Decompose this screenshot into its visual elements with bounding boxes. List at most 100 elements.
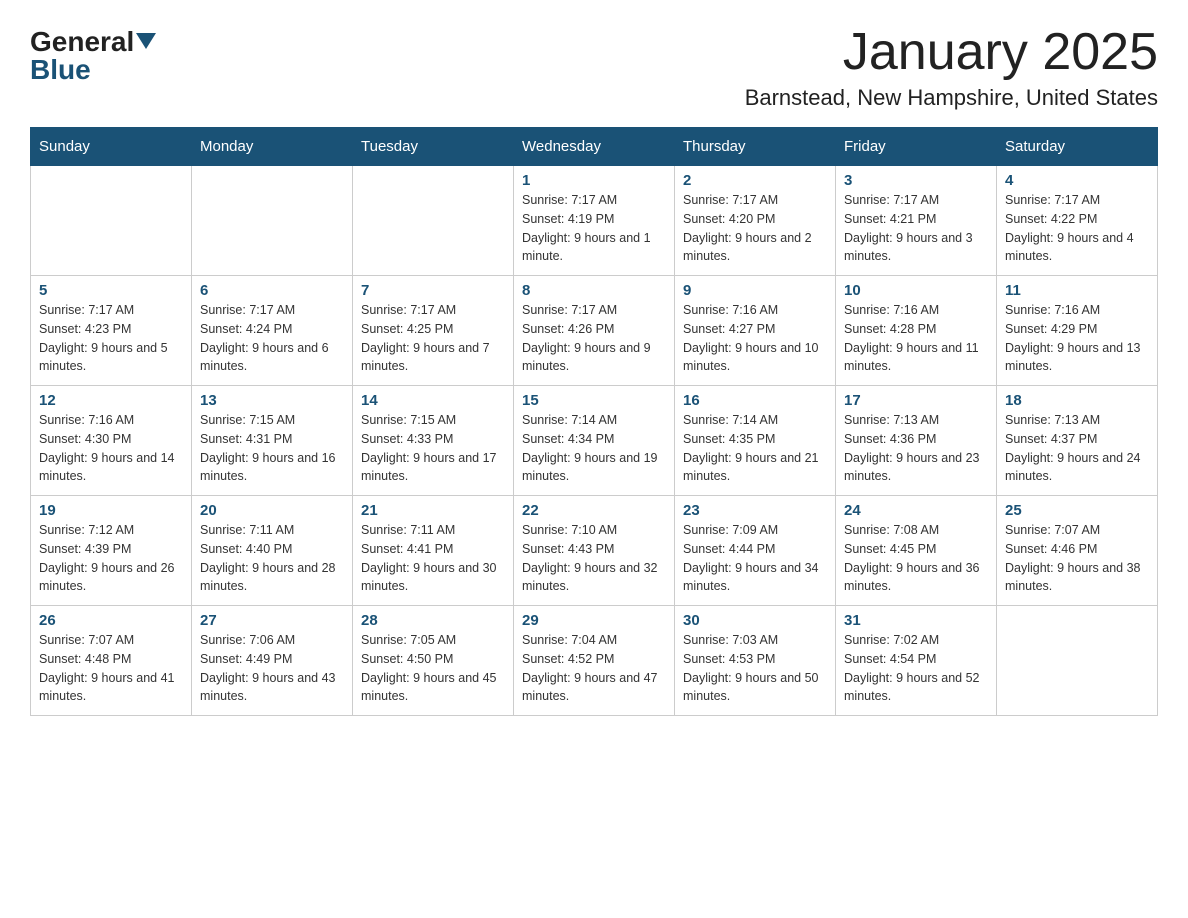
page-title: January 2025 <box>745 24 1158 81</box>
page-header: General Blue January 2025 Barnstead, New… <box>30 24 1158 111</box>
calendar-cell: 26 Sunrise: 7:07 AMSunset: 4:48 PMDayligh… <box>31 606 192 716</box>
day-info: Sunrise: 7:10 AMSunset: 4:43 PMDaylight:… <box>522 521 666 596</box>
day-info: Sunrise: 7:02 AMSunset: 4:54 PMDaylight:… <box>844 631 988 706</box>
day-info: Sunrise: 7:16 AMSunset: 4:28 PMDaylight:… <box>844 301 988 376</box>
calendar-cell: 9 Sunrise: 7:16 AMSunset: 4:27 PMDaylight… <box>675 276 836 386</box>
calendar-cell: 22 Sunrise: 7:10 AMSunset: 4:43 PMDayligh… <box>514 496 675 606</box>
day-number: 1 <box>522 172 666 189</box>
day-info: Sunrise: 7:15 AMSunset: 4:33 PMDaylight:… <box>361 411 505 486</box>
calendar-cell: 24Sunrise: 7:08 AMSunset: 4:45 PMDayligh… <box>836 496 997 606</box>
day-number: 26 <box>39 612 183 629</box>
calendar-table: SundayMondayTuesdayWednesdayThursdayFrid… <box>30 127 1158 716</box>
day-number: 13 <box>200 392 344 409</box>
day-number: 23 <box>683 502 827 519</box>
week-row-2: 5 Sunrise: 7:17 AMSunset: 4:23 PMDaylight… <box>31 276 1158 386</box>
day-number: 4 <box>1005 172 1149 189</box>
day-number: 29 <box>522 612 666 629</box>
day-number: 20 <box>200 502 344 519</box>
day-number: 12 <box>39 392 183 409</box>
day-info: Sunrise: 7:17 AMSunset: 4:25 PMDaylight:… <box>361 301 505 376</box>
day-number: 15 <box>522 392 666 409</box>
day-info: Sunrise: 7:15 AMSunset: 4:31 PMDaylight:… <box>200 411 344 486</box>
day-number: 21 <box>361 502 505 519</box>
day-number: 9 <box>683 282 827 299</box>
day-info: Sunrise: 7:13 AMSunset: 4:36 PMDaylight:… <box>844 411 988 486</box>
logo-general: General <box>30 28 156 56</box>
day-info: Sunrise: 7:11 AMSunset: 4:40 PMDaylight:… <box>200 521 344 596</box>
calendar-cell: 29Sunrise: 7:04 AMSunset: 4:52 PMDayligh… <box>514 606 675 716</box>
day-info: Sunrise: 7:17 AMSunset: 4:19 PMDaylight:… <box>522 191 666 266</box>
logo-blue-text: Blue <box>30 56 91 84</box>
day-number: 14 <box>361 392 505 409</box>
day-info: Sunrise: 7:14 AMSunset: 4:35 PMDaylight:… <box>683 411 827 486</box>
day-info: Sunrise: 7:14 AMSunset: 4:34 PMDaylight:… <box>522 411 666 486</box>
day-info: Sunrise: 7:17 AMSunset: 4:26 PMDaylight:… <box>522 301 666 376</box>
day-number: 2 <box>683 172 827 189</box>
calendar-header-tuesday: Tuesday <box>353 128 514 166</box>
day-number: 27 <box>200 612 344 629</box>
day-number: 11 <box>1005 282 1149 299</box>
calendar-cell: 28Sunrise: 7:05 AMSunset: 4:50 PMDayligh… <box>353 606 514 716</box>
day-number: 8 <box>522 282 666 299</box>
calendar-cell: 10 Sunrise: 7:16 AMSunset: 4:28 PMDayligh… <box>836 276 997 386</box>
calendar-cell: 1 Sunrise: 7:17 AMSunset: 4:19 PMDaylight… <box>514 166 675 276</box>
day-info: Sunrise: 7:06 AMSunset: 4:49 PMDaylight:… <box>200 631 344 706</box>
week-row-3: 12 Sunrise: 7:16 AMSunset: 4:30 PMDayligh… <box>31 386 1158 496</box>
calendar-cell <box>353 166 514 276</box>
calendar-cell <box>192 166 353 276</box>
day-number: 18 <box>1005 392 1149 409</box>
calendar-cell: 4 Sunrise: 7:17 AMSunset: 4:22 PMDaylight… <box>997 166 1158 276</box>
day-info: Sunrise: 7:17 AMSunset: 4:21 PMDaylight:… <box>844 191 988 266</box>
calendar-cell: 11 Sunrise: 7:16 AMSunset: 4:29 PMDayligh… <box>997 276 1158 386</box>
calendar-cell: 2 Sunrise: 7:17 AMSunset: 4:20 PMDaylight… <box>675 166 836 276</box>
day-info: Sunrise: 7:17 AMSunset: 4:20 PMDaylight:… <box>683 191 827 266</box>
day-number: 22 <box>522 502 666 519</box>
day-number: 5 <box>39 282 183 299</box>
logo: General Blue <box>30 28 156 84</box>
week-row-4: 19Sunrise: 7:12 AMSunset: 4:39 PMDayligh… <box>31 496 1158 606</box>
day-number: 25 <box>1005 502 1149 519</box>
calendar-header-saturday: Saturday <box>997 128 1158 166</box>
day-info: Sunrise: 7:17 AMSunset: 4:23 PMDaylight:… <box>39 301 183 376</box>
calendar-cell: 20 Sunrise: 7:11 AMSunset: 4:40 PMDayligh… <box>192 496 353 606</box>
day-info: Sunrise: 7:09 AMSunset: 4:44 PMDaylight:… <box>683 521 827 596</box>
day-number: 16 <box>683 392 827 409</box>
calendar-header-wednesday: Wednesday <box>514 128 675 166</box>
calendar-cell: 6Sunrise: 7:17 AMSunset: 4:24 PMDaylight… <box>192 276 353 386</box>
title-block: January 2025 Barnstead, New Hampshire, U… <box>745 24 1158 111</box>
day-info: Sunrise: 7:17 AMSunset: 4:22 PMDaylight:… <box>1005 191 1149 266</box>
calendar-cell: 16 Sunrise: 7:14 AMSunset: 4:35 PMDayligh… <box>675 386 836 496</box>
calendar-cell: 31 Sunrise: 7:02 AMSunset: 4:54 PMDayligh… <box>836 606 997 716</box>
calendar-cell: 30Sunrise: 7:03 AMSunset: 4:53 PMDayligh… <box>675 606 836 716</box>
day-number: 10 <box>844 282 988 299</box>
day-info: Sunrise: 7:16 AMSunset: 4:30 PMDaylight:… <box>39 411 183 486</box>
logo-triangle-icon <box>136 33 156 49</box>
calendar-cell <box>31 166 192 276</box>
calendar-cell <box>997 606 1158 716</box>
calendar-cell: 17Sunrise: 7:13 AMSunset: 4:36 PMDayligh… <box>836 386 997 496</box>
week-row-5: 26 Sunrise: 7:07 AMSunset: 4:48 PMDayligh… <box>31 606 1158 716</box>
calendar-header-sunday: Sunday <box>31 128 192 166</box>
calendar-cell: 18 Sunrise: 7:13 AMSunset: 4:37 PMDayligh… <box>997 386 1158 496</box>
day-info: Sunrise: 7:07 AMSunset: 4:46 PMDaylight:… <box>1005 521 1149 596</box>
calendar-cell: 25 Sunrise: 7:07 AMSunset: 4:46 PMDayligh… <box>997 496 1158 606</box>
day-info: Sunrise: 7:13 AMSunset: 4:37 PMDaylight:… <box>1005 411 1149 486</box>
calendar-cell: 14 Sunrise: 7:15 AMSunset: 4:33 PMDayligh… <box>353 386 514 496</box>
calendar-cell: 23 Sunrise: 7:09 AMSunset: 4:44 PMDayligh… <box>675 496 836 606</box>
calendar-cell: 3Sunrise: 7:17 AMSunset: 4:21 PMDaylight… <box>836 166 997 276</box>
calendar-cell: 13 Sunrise: 7:15 AMSunset: 4:31 PMDayligh… <box>192 386 353 496</box>
day-info: Sunrise: 7:16 AMSunset: 4:29 PMDaylight:… <box>1005 301 1149 376</box>
day-info: Sunrise: 7:03 AMSunset: 4:53 PMDaylight:… <box>683 631 827 706</box>
day-number: 24 <box>844 502 988 519</box>
calendar-header-friday: Friday <box>836 128 997 166</box>
day-info: Sunrise: 7:07 AMSunset: 4:48 PMDaylight:… <box>39 631 183 706</box>
day-number: 19 <box>39 502 183 519</box>
calendar-cell: 21Sunrise: 7:11 AMSunset: 4:41 PMDayligh… <box>353 496 514 606</box>
day-info: Sunrise: 7:05 AMSunset: 4:50 PMDaylight:… <box>361 631 505 706</box>
day-info: Sunrise: 7:16 AMSunset: 4:27 PMDaylight:… <box>683 301 827 376</box>
calendar-cell: 27 Sunrise: 7:06 AMSunset: 4:49 PMDayligh… <box>192 606 353 716</box>
day-number: 31 <box>844 612 988 629</box>
calendar-cell: 7Sunrise: 7:17 AMSunset: 4:25 PMDaylight… <box>353 276 514 386</box>
calendar-cell: 8 Sunrise: 7:17 AMSunset: 4:26 PMDaylight… <box>514 276 675 386</box>
page-subtitle: Barnstead, New Hampshire, United States <box>745 85 1158 111</box>
